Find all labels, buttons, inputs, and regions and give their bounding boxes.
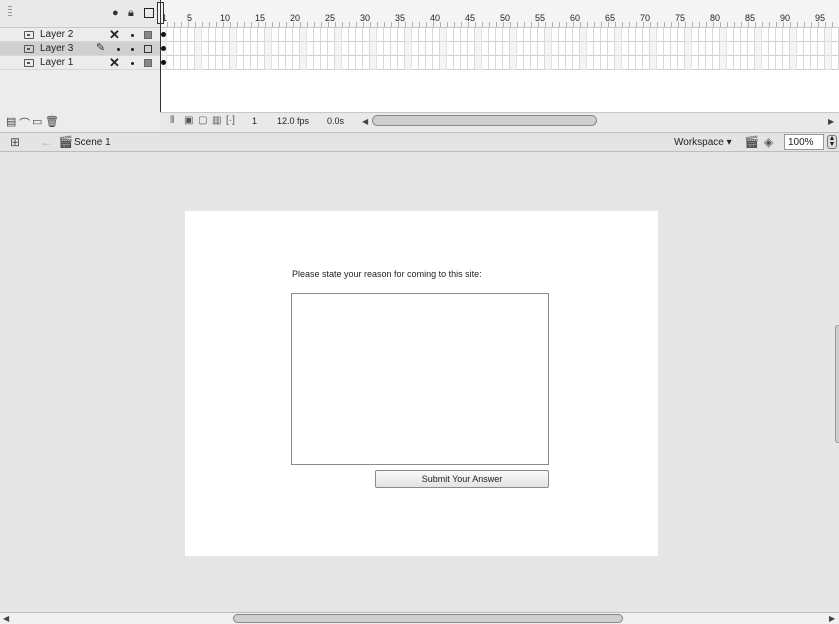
scroll-left-icon[interactable]: ◀ <box>3 614 9 623</box>
edit-multiple-frames-icon[interactable]: ▥ <box>212 115 221 126</box>
frame-rate[interactable]: 12.0 fps <box>277 116 309 126</box>
layer-row[interactable]: Layer 3 ✎ <box>0 42 160 56</box>
ruler-number: 35 <box>395 13 406 23</box>
elapsed-time: 0.0s <box>327 116 345 126</box>
answer-textarea[interactable] <box>291 293 549 465</box>
workspace-menu[interactable]: Workspace ▾ <box>674 137 732 148</box>
ruler-number: 5 <box>187 13 193 23</box>
lock-dot-toggle[interactable] <box>131 62 134 65</box>
layer-name[interactable]: Layer 3 <box>40 43 73 54</box>
layer-outline-color[interactable] <box>144 59 152 67</box>
pasteboard: Please state your reason for coming to t… <box>0 153 835 612</box>
stage[interactable]: Please state your reason for coming to t… <box>185 211 658 556</box>
ruler-number: 45 <box>465 13 476 23</box>
center-frame-icon[interactable]: ⦀ <box>170 115 174 126</box>
scene-label[interactable]: Scene 1 <box>74 137 111 148</box>
vertical-scroll-thumb[interactable] <box>835 325 839 443</box>
ruler-number: 10 <box>220 13 231 23</box>
ruler-number: 85 <box>745 13 756 23</box>
layer-list: Layer 2 ✕ Layer 3 ✎ Layer 1 ✕ <box>0 27 160 71</box>
visibility-dot-toggle[interactable] <box>117 48 120 51</box>
lock-icon[interactable]: 🔒︎ <box>128 7 134 19</box>
keyframe[interactable] <box>161 32 166 37</box>
layer-outline-color[interactable] <box>144 45 152 53</box>
ruler-number: 80 <box>710 13 721 23</box>
scroll-right-icon[interactable]: ▶ <box>828 117 834 126</box>
onion-markers-icon[interactable]: [·] <box>226 115 235 126</box>
edit-bar: ⊞ ← 🎬︎ Scene 1 Workspace ▾ 🎬︎ ◈ ▲▼ <box>0 132 839 152</box>
ruler-number: 65 <box>605 13 616 23</box>
panel-grip-handle[interactable] <box>8 6 12 18</box>
ruler-number: 20 <box>290 13 301 23</box>
frame-ruler[interactable]: 1 5 10 15 20 25 30 35 40 45 50 55 60 65 … <box>160 0 839 28</box>
delete-layer-icon[interactable]: 🗑︎ <box>45 115 59 128</box>
onion-outline-icon[interactable]: ▢ <box>198 115 207 126</box>
timeline-scroll-thumb[interactable] <box>372 115 597 126</box>
zoom-field[interactable] <box>784 134 824 150</box>
zoom-dropdown-icon[interactable]: ▲ ▼ <box>827 135 837 149</box>
ruler-number: 70 <box>640 13 651 23</box>
hidden-x-icon[interactable]: ✕ <box>109 27 120 43</box>
timeline-status-bar: ⦀ ▣ ▢ ▥ [·] 1 12.0 fps 0.0s ◀ ▶ <box>160 112 839 130</box>
edit-symbols-icon[interactable]: ◈ <box>764 135 773 149</box>
hidden-x-icon[interactable]: ✕ <box>109 55 120 71</box>
ruler-number: 55 <box>535 13 546 23</box>
keyframe[interactable] <box>161 60 166 65</box>
current-frame: 1 <box>252 116 258 126</box>
layer-icon <box>24 59 34 67</box>
onion-skin-icon[interactable]: ▣ <box>184 115 193 126</box>
horizontal-scroll-thumb[interactable] <box>233 614 623 623</box>
new-folder-icon[interactable]: ▭ <box>32 115 42 128</box>
motion-guide-icon[interactable]: ⌒ <box>19 115 30 131</box>
outline-icon[interactable] <box>144 8 154 18</box>
ruler-number: 90 <box>780 13 791 23</box>
ruler-number: 75 <box>675 13 686 23</box>
submit-answer-button[interactable]: Submit Your Answer <box>375 470 549 488</box>
scroll-right-icon[interactable]: ▶ <box>829 614 835 623</box>
layer-outline-color[interactable] <box>144 31 152 39</box>
ruler-number: 25 <box>325 13 336 23</box>
keyframe[interactable] <box>161 46 166 51</box>
layer-header: ● 🔒︎ <box>0 0 160 28</box>
pencil-icon: ✎ <box>96 42 106 54</box>
prompt-label: Please state your reason for coming to t… <box>292 269 482 279</box>
timeline-panel: ● 🔒︎ Layer 2 ✕ Layer 3 ✎ Layer 1 ✕ ▤ ⌒ ▭… <box>0 0 839 132</box>
eye-icon[interactable]: ● <box>112 7 119 19</box>
ruler-number: 95 <box>815 13 826 23</box>
lock-dot-toggle[interactable] <box>131 48 134 51</box>
timeline-toggle-icon[interactable]: ⊞ <box>10 135 20 149</box>
layer-icon <box>24 31 34 39</box>
scene-clapper-icon: 🎬︎ <box>58 135 74 149</box>
layer-icon <box>24 45 34 53</box>
edit-scene-icon[interactable]: 🎬︎ <box>744 135 759 149</box>
layer-name[interactable]: Layer 2 <box>40 29 73 40</box>
layer-row[interactable]: Layer 2 ✕ <box>0 27 160 43</box>
layer-row[interactable]: Layer 1 ✕ <box>0 55 160 71</box>
frame-grid-shading <box>160 28 839 70</box>
scroll-left-icon[interactable]: ◀ <box>362 117 368 126</box>
lock-dot-toggle[interactable] <box>131 34 134 37</box>
playhead-line <box>160 0 161 112</box>
frames-area[interactable]: 1 5 10 15 20 25 30 35 40 45 50 55 60 65 … <box>160 0 839 112</box>
ruler-number: 60 <box>570 13 581 23</box>
ruler-number: 50 <box>500 13 511 23</box>
ruler-number: 30 <box>360 13 371 23</box>
ruler-number: 15 <box>255 13 266 23</box>
layer-name[interactable]: Layer 1 <box>40 57 73 68</box>
ruler-number: 40 <box>430 13 441 23</box>
new-layer-icon[interactable]: ▤ <box>6 115 16 128</box>
back-arrow-icon[interactable]: ← <box>40 135 52 149</box>
